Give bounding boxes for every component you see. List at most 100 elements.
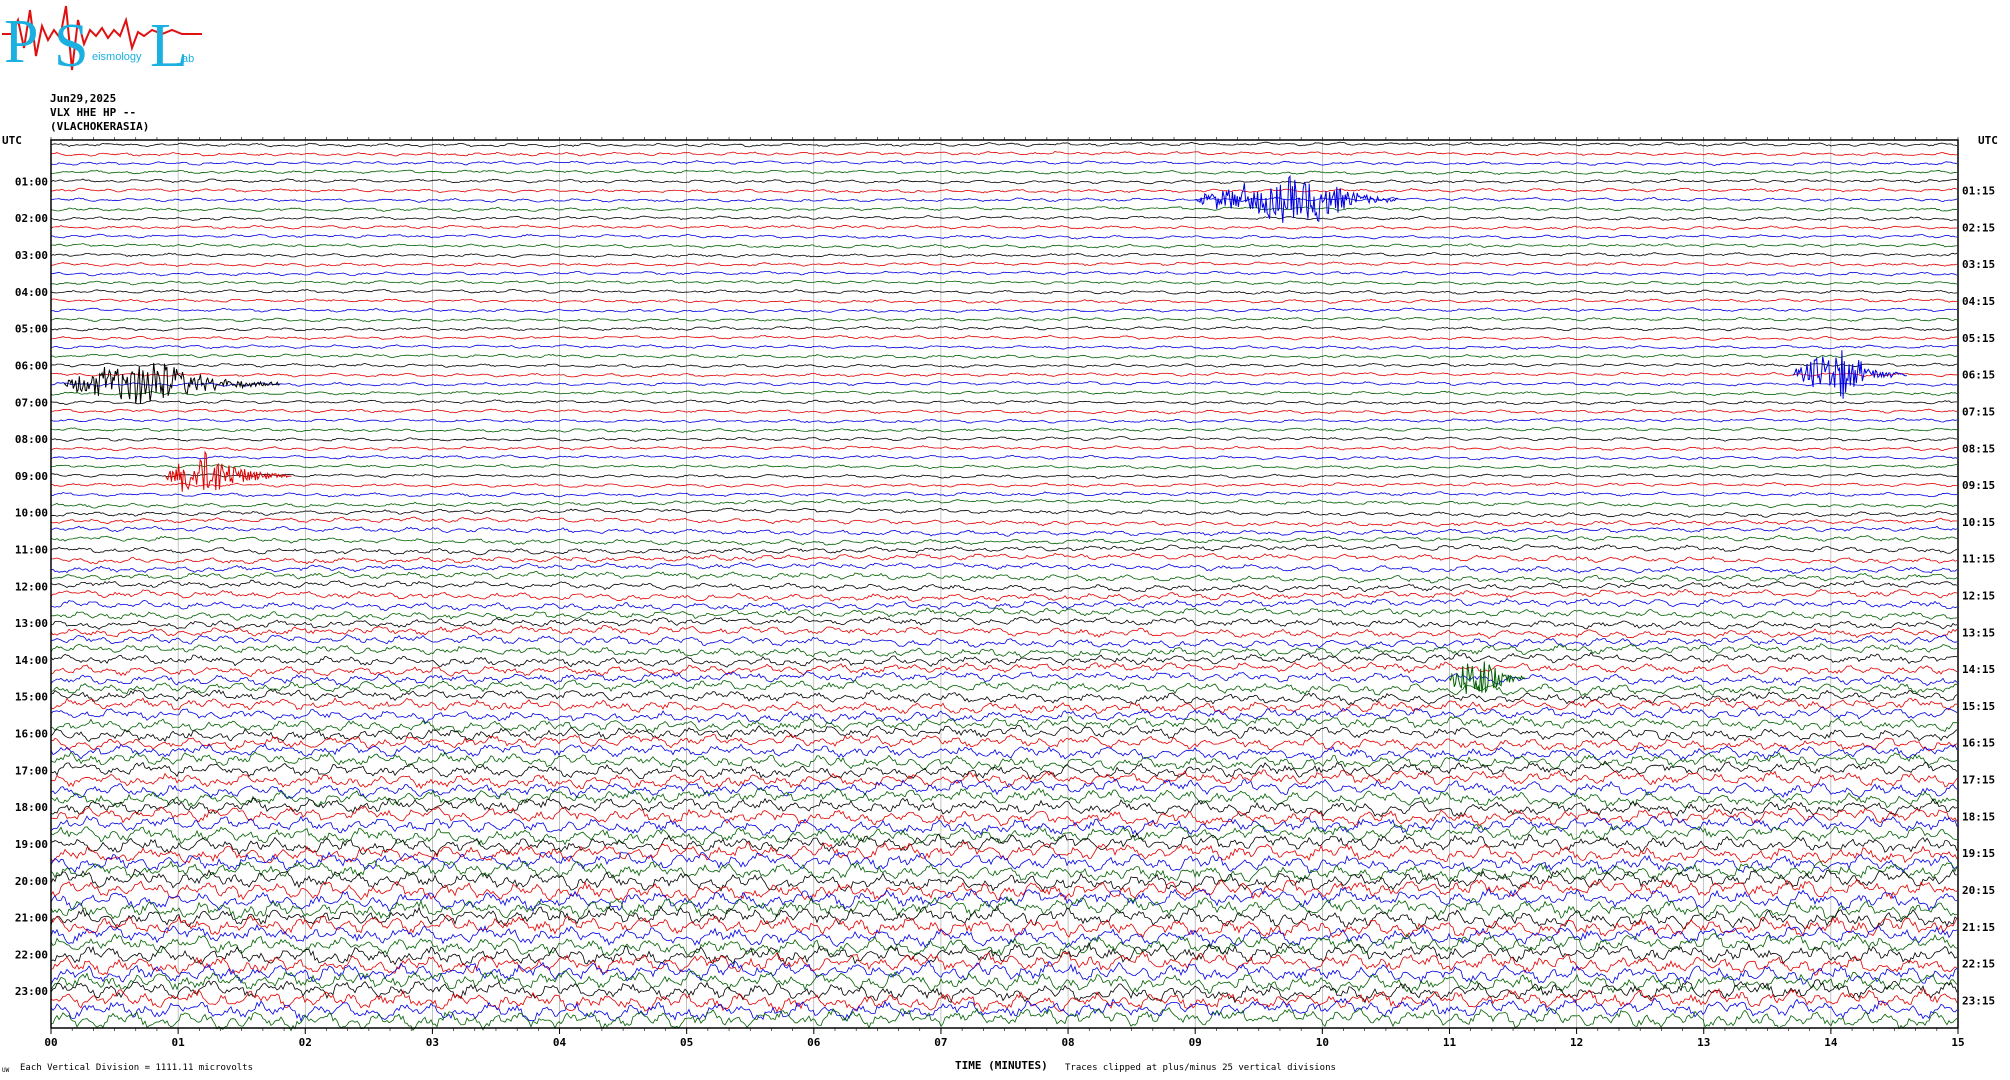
seismic-trace: [50, 491, 1958, 498]
hour-label-left: 22:00: [15, 948, 48, 961]
seismic-trace: [50, 353, 1958, 360]
seismic-trace: [50, 454, 1958, 461]
hour-label-right: 15:15: [1962, 700, 1995, 713]
helicorder-plot: 00 01 02 03 04 05 06 07 08 09 10 11 12 13 14 15 UTC UTC 01…: [2, 134, 1998, 1049]
x-axis-title: TIME (MINUTES): [955, 1059, 1048, 1072]
hour-label-left: 03:00: [15, 249, 48, 262]
seismic-trace: [50, 997, 1958, 1023]
seismic-trace: [50, 344, 1958, 350]
hour-label-left: 11:00: [15, 543, 48, 556]
seismic-trace: [50, 679, 1958, 696]
hour-label-left: 02:00: [15, 212, 48, 225]
seismic-trace: [50, 178, 1958, 185]
seismic-trace: [50, 233, 1958, 240]
seismic-trace: [50, 224, 1958, 231]
seismic-trace: [50, 427, 1957, 433]
seismic-trace: [50, 887, 1958, 913]
hour-label-right: 19:15: [1962, 847, 1995, 860]
x-tick-label-13: 13: [1697, 1036, 1710, 1049]
hour-label-right: 06:15: [1962, 369, 1995, 382]
seismic-trace: [50, 815, 1958, 836]
hour-label-right: 01:15: [1962, 185, 1995, 198]
x-tick-label-05: 05: [680, 1036, 693, 1049]
hour-label-left: 10:00: [15, 507, 48, 520]
seismic-trace: [51, 525, 1958, 537]
seismic-trace: [50, 625, 1958, 640]
seismic-trace: [50, 552, 1958, 565]
seismic-trace: [50, 206, 1958, 212]
hour-label-left: 20:00: [15, 875, 48, 888]
hour-label-left: 13:00: [15, 617, 48, 630]
hour-label-left: 17:00: [15, 764, 48, 777]
seismic-trace: [50, 715, 1957, 734]
seismic-trace: [50, 535, 1958, 546]
seismic-trace: [51, 634, 1958, 649]
hour-label-left: 09:00: [15, 470, 48, 483]
event-0642: [63, 362, 280, 404]
hour-label-right: 09:15: [1962, 479, 1995, 492]
seismic-trace: [50, 960, 1958, 985]
hour-label-left: 14:00: [15, 654, 48, 667]
seismic-trace: [50, 445, 1958, 452]
hour-label-right: 17:15: [1962, 774, 1995, 787]
seismic-trace: [50, 288, 1958, 295]
seismic-trace: [50, 243, 1958, 249]
seismic-trace: [50, 951, 1958, 976]
hour-label-right: 02:15: [1962, 221, 1995, 234]
seismic-trace: [50, 160, 1958, 166]
seismic-trace: [50, 616, 1958, 630]
seismic-trace: [50, 561, 1958, 575]
seismic-trace: [50, 196, 1958, 203]
hour-label-right: 20:15: [1962, 884, 1995, 897]
seismic-trace: [50, 970, 1958, 995]
hour-label-left: 19:00: [15, 838, 48, 851]
seismic-trace: [50, 408, 1958, 415]
division-note: Each Vertical Division = 1111.11 microvo…: [20, 1063, 253, 1073]
x-tick-label-00: 00: [44, 1036, 57, 1049]
seismic-trace: [50, 933, 1958, 957]
label-layer: 00 01 02 03 04 05 06 07 08 09 10 11 12 13 14 15 UTC UTC 01…: [2, 134, 1998, 1049]
seismic-trace: [50, 169, 1958, 175]
seismic-trace: [50, 607, 1958, 622]
x-tick-label-10: 10: [1316, 1036, 1329, 1049]
trace-layer: [50, 141, 1958, 1032]
seismic-trace: [50, 371, 1957, 378]
hour-label-left: 06:00: [15, 359, 48, 372]
hour-label-left: 04:00: [15, 286, 48, 299]
seismic-trace: [50, 381, 1957, 387]
seismic-trace: [50, 399, 1957, 406]
hour-label-right: 18:15: [1962, 810, 1995, 823]
seismic-trace: [50, 824, 1958, 846]
seismic-trace: [51, 261, 1958, 268]
seismic-trace: [50, 597, 1958, 612]
seismic-trace: [50, 516, 1957, 528]
seismic-trace: [50, 787, 1958, 809]
seismic-trace: [50, 307, 1957, 314]
seismic-trace: [50, 151, 1958, 157]
seismic-trace: [50, 279, 1958, 286]
hour-label-right: 13:15: [1962, 626, 1995, 639]
seismic-trace: [50, 417, 1958, 424]
seismic-trace: [50, 270, 1958, 277]
seismic-trace: [50, 472, 1958, 479]
hour-label-left: 05:00: [15, 323, 48, 336]
seismic-trace: [50, 316, 1958, 323]
hour-label-left: 15:00: [15, 691, 48, 704]
hour-label-right: 21:15: [1962, 921, 1995, 934]
hour-label-right: 03:15: [1962, 258, 1995, 271]
seismic-trace: [50, 390, 1958, 396]
seismic-trace: [50, 588, 1958, 602]
seismic-trace: [50, 298, 1957, 304]
seismic-trace: [50, 187, 1958, 194]
hour-label-left: 12:00: [15, 580, 48, 593]
hour-label-right: 23:15: [1962, 994, 1995, 1007]
hour-label-right: 05:15: [1962, 332, 1995, 345]
hour-label-left: 23:00: [15, 985, 48, 998]
left-axis-title: UTC: [2, 134, 22, 147]
seismic-trace: [50, 661, 1958, 677]
x-tick-label-14: 14: [1824, 1036, 1838, 1049]
seismic-trace: [50, 436, 1958, 442]
hour-label-right: 12:15: [1962, 590, 1995, 603]
hour-label-right: 04:15: [1962, 295, 1995, 308]
hour-label-right: 08:15: [1962, 442, 1995, 455]
